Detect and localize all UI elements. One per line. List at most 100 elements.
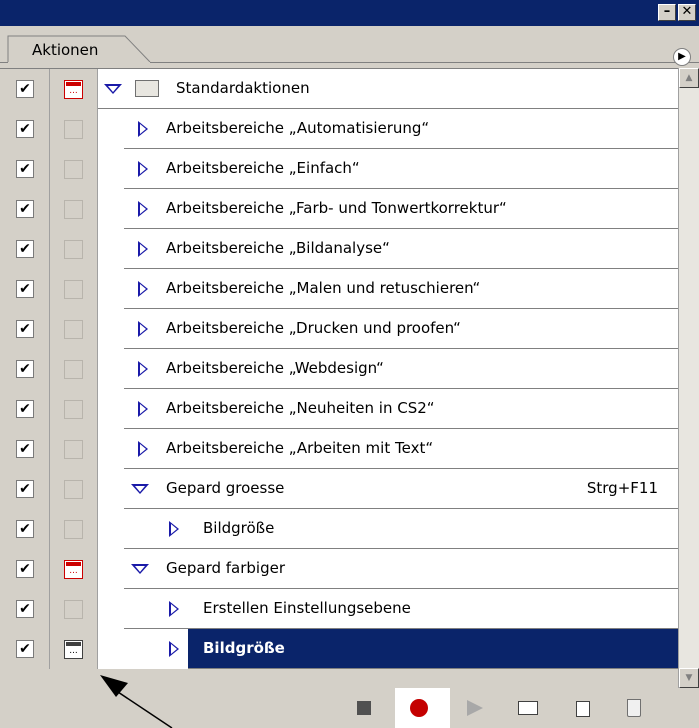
item-toggle-checkbox[interactable]: ✔	[16, 600, 34, 618]
dialog-toggle-icon[interactable]: ...	[64, 80, 83, 99]
dialog-toggle-icon[interactable]	[64, 200, 83, 219]
dialog-column: ...	[50, 69, 98, 109]
toggle-column: ✔	[0, 349, 50, 389]
action-row[interactable]: ✔ Gepard groesse Strg+F11	[0, 469, 678, 509]
collapsed-triangle-icon[interactable]	[169, 601, 179, 617]
item-toggle-checkbox[interactable]: ✔	[16, 360, 34, 378]
dialog-toggle-icon[interactable]	[64, 600, 83, 619]
action-row[interactable]: ✔... Standardaktionen	[0, 69, 678, 109]
dialog-column: ...	[50, 629, 98, 669]
dialog-toggle-icon[interactable]	[64, 280, 83, 299]
record-icon	[410, 699, 428, 717]
item-toggle-checkbox[interactable]: ✔	[16, 240, 34, 258]
dialog-toggle-icon[interactable]	[64, 400, 83, 419]
shortcut-label: Strg+F11	[586, 479, 658, 497]
action-label: Gepard farbiger	[166, 559, 286, 577]
action-row[interactable]: ✔ Arbeitsbereiche „Farb- und Tonwertkorre…	[0, 189, 678, 229]
action-row[interactable]: ✔ Arbeitsbereiche „Drucken und proofen“	[0, 309, 678, 349]
collapsed-triangle-icon[interactable]	[138, 161, 148, 177]
window-title-bar: – ✕	[0, 0, 699, 26]
item-toggle-checkbox[interactable]: ✔	[16, 400, 34, 418]
dialog-toggle-icon[interactable]: ...	[64, 560, 83, 579]
action-label: Arbeitsbereiche „Arbeiten mit Text“	[166, 439, 434, 457]
action-label: Arbeitsbereiche „Webdesign“	[166, 359, 384, 377]
action-row[interactable]: ✔ Arbeitsbereiche „Bildanalyse“	[0, 229, 678, 269]
dialog-toggle-icon[interactable]: ...	[64, 640, 83, 659]
collapsed-triangle-icon[interactable]	[138, 401, 148, 417]
vertical-scrollbar[interactable]: ▲ ▼	[678, 68, 699, 688]
item-toggle-checkbox[interactable]: ✔	[16, 200, 34, 218]
dialog-column	[50, 229, 98, 269]
collapsed-triangle-icon[interactable]	[169, 521, 179, 537]
collapsed-triangle-icon[interactable]	[138, 321, 148, 337]
action-row[interactable]: ✔... Gepard farbiger	[0, 549, 678, 589]
expanded-triangle-icon[interactable]	[131, 564, 149, 574]
dialog-toggle-icon[interactable]	[64, 360, 83, 379]
close-button[interactable]: ✕	[678, 4, 696, 21]
action-row[interactable]: ✔ Arbeitsbereiche „Einfach“	[0, 149, 678, 189]
dialog-column	[50, 149, 98, 189]
action-row[interactable]: ✔ Arbeitsbereiche „Neuheiten in CS2“	[0, 389, 678, 429]
panel-menu-icon[interactable]: ▶	[673, 48, 691, 66]
item-toggle-checkbox[interactable]: ✔	[16, 320, 34, 338]
tab-label: Aktionen	[32, 41, 99, 59]
item-toggle-checkbox[interactable]: ✔	[16, 480, 34, 498]
dialog-column	[50, 509, 98, 549]
collapsed-triangle-icon[interactable]	[138, 361, 148, 377]
item-toggle-checkbox[interactable]: ✔	[16, 160, 34, 178]
dialog-column	[50, 469, 98, 509]
collapsed-triangle-icon[interactable]	[138, 121, 148, 137]
action-row[interactable]: ✔ Erstellen Einstellungsebene	[0, 589, 678, 629]
action-row[interactable]: ✔ Arbeitsbereiche „Webdesign“	[0, 349, 678, 389]
action-label: Gepard groesse	[166, 479, 285, 497]
item-toggle-checkbox[interactable]: ✔	[16, 560, 34, 578]
toggle-column: ✔	[0, 589, 50, 629]
minimize-button[interactable]: –	[658, 4, 676, 21]
folder-icon[interactable]	[518, 701, 538, 715]
dialog-toggle-icon[interactable]	[64, 520, 83, 539]
expanded-triangle-icon[interactable]	[104, 84, 122, 94]
item-toggle-checkbox[interactable]: ✔	[16, 80, 34, 98]
expanded-triangle-icon[interactable]	[131, 484, 149, 494]
dialog-toggle-icon[interactable]	[64, 120, 83, 139]
action-label: Arbeitsbereiche „Malen und retuschieren“	[166, 279, 481, 297]
tab-aktionen[interactable]: Aktionen	[10, 35, 160, 63]
dialog-toggle-icon[interactable]	[64, 320, 83, 339]
stop-icon[interactable]	[357, 701, 371, 715]
action-label: Arbeitsbereiche „Bildanalyse“	[166, 239, 390, 257]
dialog-toggle-icon[interactable]	[64, 440, 83, 459]
action-label: Standardaktionen	[176, 79, 310, 97]
toggle-column: ✔	[0, 109, 50, 149]
item-toggle-checkbox[interactable]: ✔	[16, 640, 34, 658]
toggle-column: ✔	[0, 269, 50, 309]
dialog-toggle-icon[interactable]	[64, 240, 83, 259]
dialog-toggle-icon[interactable]	[64, 160, 83, 179]
collapsed-triangle-icon[interactable]	[138, 281, 148, 297]
dialog-column	[50, 309, 98, 349]
action-row[interactable]: ✔ Arbeitsbereiche „Automatisierung“	[0, 109, 678, 149]
record-button[interactable]	[395, 688, 450, 728]
item-toggle-checkbox[interactable]: ✔	[16, 520, 34, 538]
action-row[interactable]: ✔ Bildgröße	[0, 509, 678, 549]
play-icon[interactable]	[467, 700, 483, 716]
action-row[interactable]: ✔ Arbeitsbereiche „Arbeiten mit Text“	[0, 429, 678, 469]
panel-tab-row: Aktionen ▶	[0, 26, 699, 66]
dialog-toggle-icon[interactable]	[64, 480, 83, 499]
collapsed-triangle-icon[interactable]	[138, 441, 148, 457]
action-row[interactable]: ✔... Bildgröße	[0, 629, 678, 669]
scroll-down-button[interactable]: ▼	[679, 668, 699, 688]
toggle-column: ✔	[0, 149, 50, 189]
collapsed-triangle-icon[interactable]	[138, 241, 148, 257]
scroll-up-button[interactable]: ▲	[679, 68, 699, 88]
collapsed-triangle-icon[interactable]	[169, 641, 179, 657]
item-toggle-checkbox[interactable]: ✔	[16, 280, 34, 298]
dialog-column	[50, 189, 98, 229]
item-toggle-checkbox[interactable]: ✔	[16, 120, 34, 138]
trash-icon[interactable]	[627, 699, 641, 717]
new-action-icon[interactable]	[576, 701, 590, 717]
action-row[interactable]: ✔ Arbeitsbereiche „Malen und retuschieren…	[0, 269, 678, 309]
item-toggle-checkbox[interactable]: ✔	[16, 440, 34, 458]
action-label: Arbeitsbereiche „Automatisierung“	[166, 119, 430, 137]
collapsed-triangle-icon[interactable]	[138, 201, 148, 217]
action-label: Bildgröße	[203, 639, 285, 657]
